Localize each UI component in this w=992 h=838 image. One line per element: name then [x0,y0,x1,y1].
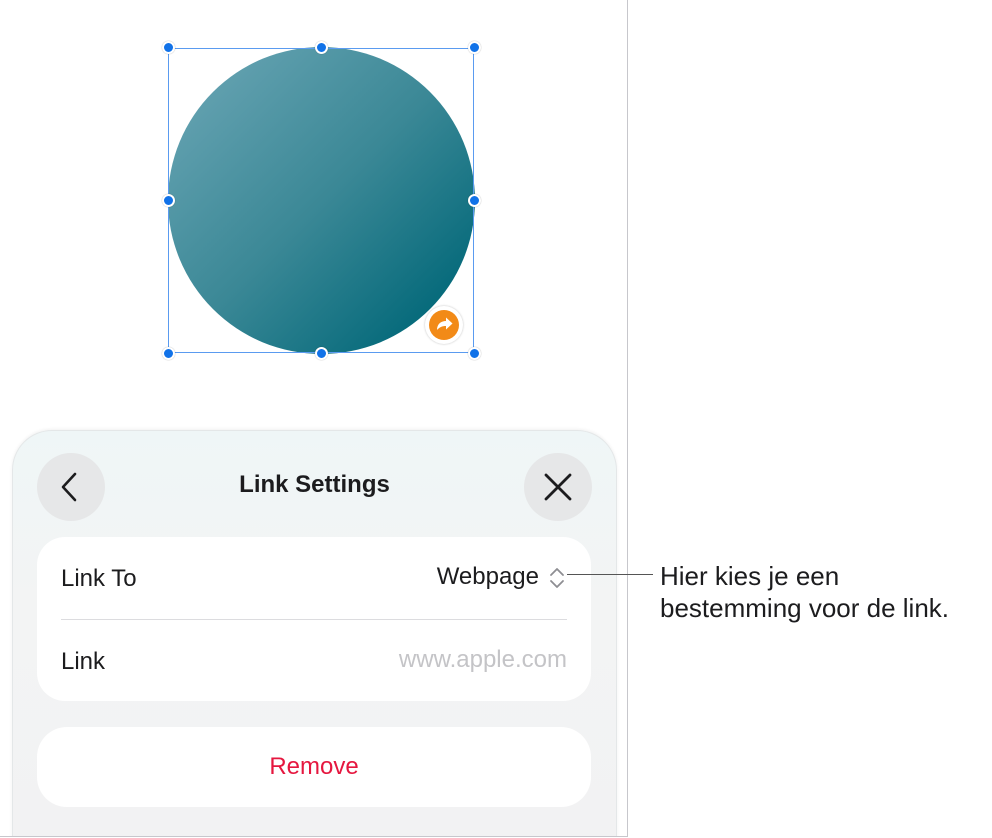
resize-handle-bottom-right[interactable] [468,347,481,360]
resize-handle-left[interactable] [162,194,175,207]
link-settings-sheet: Link Settings Link To Webpage Link Remov… [12,430,617,836]
resize-handle-bottom[interactable] [315,347,328,360]
link-to-label: Link To [61,565,137,592]
resize-handle-bottom-left[interactable] [162,347,175,360]
link-settings-group: Link To Webpage Link [37,537,591,701]
resize-handle-right[interactable] [468,194,481,207]
resize-handle-top-left[interactable] [162,41,175,54]
remove-link-button[interactable]: Remove [37,727,591,807]
callout-text-line2: bestemming voor de link. [660,593,950,623]
callout-line [567,574,653,575]
resize-handle-top-right[interactable] [468,41,481,54]
link-row[interactable]: Link [37,620,591,702]
device-screen: Link Settings Link To Webpage Link Remov… [0,0,628,837]
callout-text-line1: Hier kies je een [660,561,840,591]
callout-annotation: Hier kies je een bestemming voor de link… [660,560,990,624]
link-to-value[interactable]: Webpage [437,563,539,591]
link-to-row[interactable]: Link To Webpage [37,537,591,619]
close-button[interactable] [524,453,592,521]
selection-box [168,48,474,353]
close-icon [544,473,572,501]
resize-handle-top[interactable] [315,41,328,54]
chevron-up-down-icon[interactable] [549,565,565,591]
link-label: Link [61,648,106,675]
link-arrow-icon [429,310,459,340]
link-url-input[interactable] [267,646,567,674]
link-badge-icon[interactable] [425,306,463,344]
document-canvas[interactable] [0,0,627,420]
